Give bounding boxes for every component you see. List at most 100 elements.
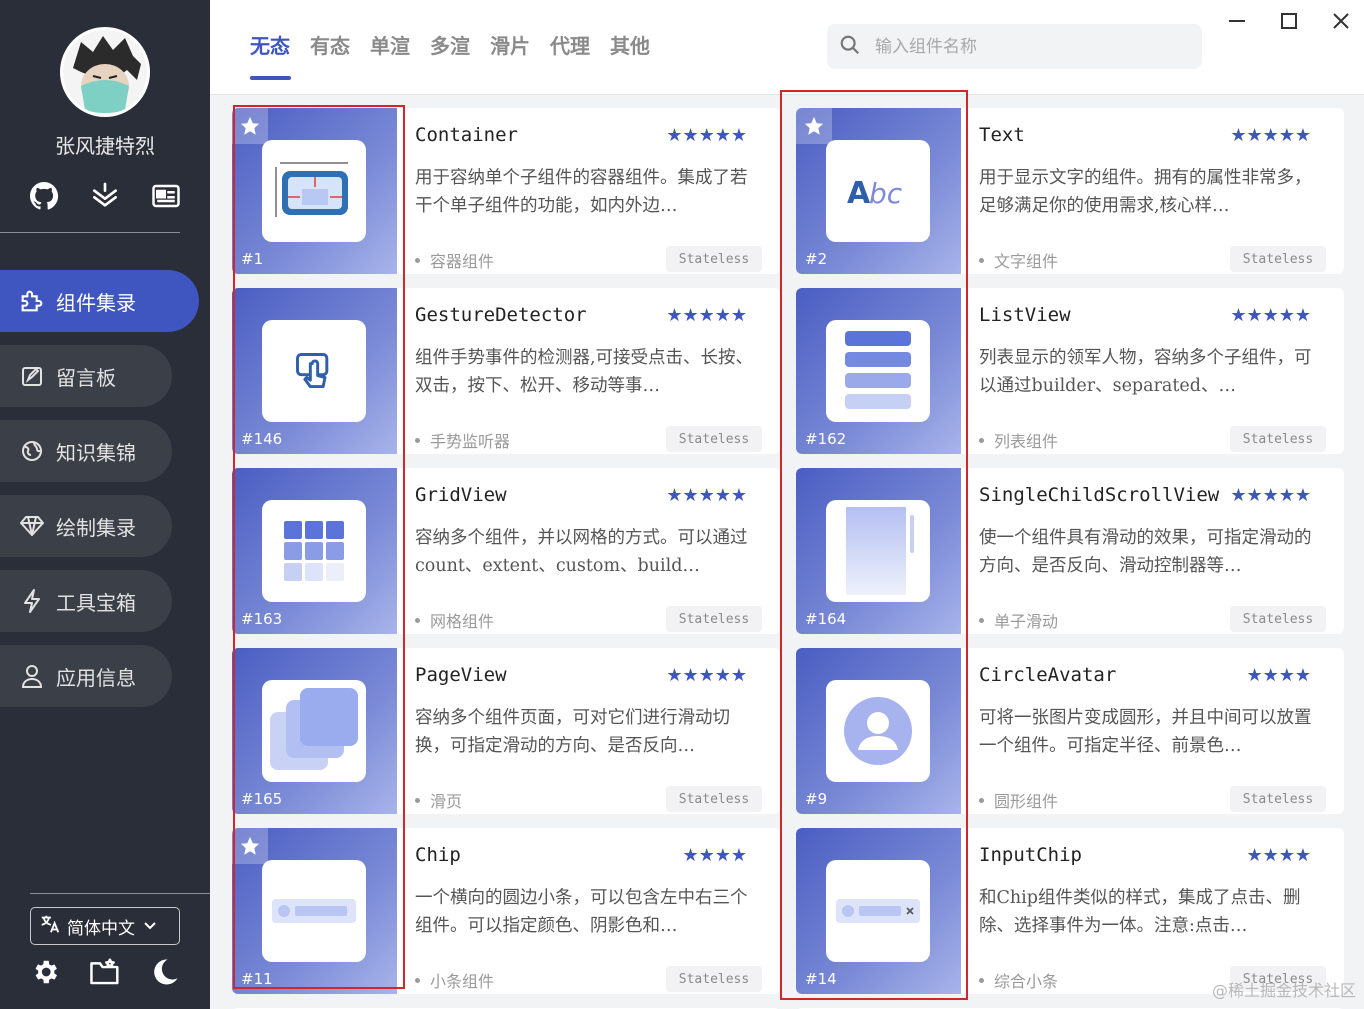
svg-text:bc: bc [869,177,903,210]
card-tag-label: 单子滑动 [994,612,1059,631]
card-description: 容纳多个组件，并以网格的方式。可以通过count、extent、custom、b… [415,528,748,576]
component-card[interactable]: #165 PageView ★★★★★ 容纳多个组件页面，可对它们进行滑动切换，… [232,648,780,814]
sidebar-item-drawing[interactable]: 绘制集录 [0,495,172,557]
card-tag: 小条组件 [415,968,494,992]
chevron-down-icon [143,916,157,936]
card-tag-label: 容器组件 [430,252,495,271]
tab-proxy[interactable]: 代理 [550,30,590,78]
card-id: #1 [241,250,264,268]
card-type-badge: Stateless [666,426,762,452]
list-icon [826,320,930,422]
grid-icon [262,500,366,602]
component-card[interactable]: #9 CircleAvatar ★★★★ 可将一张图片变成圆形，并且中间可以放置… [796,648,1344,814]
card-description: 一个横向的圆边小条，可以包含左中右三个组件。可以指定颜色、阴影色和… [415,888,748,936]
card-thumbnail: #1 [232,108,397,274]
card-tag-label: 滑页 [430,792,463,811]
card-description: 可将一张图片变成圆形，并且中间可以放置一个组件。可指定半径、前景色… [979,708,1312,756]
user-name: 张风捷特烈 [55,134,155,158]
card-title: GridView [415,484,507,506]
sidebar-item-label: 工具宝箱 [56,590,136,615]
bullet-icon [979,257,984,263]
sidebar-item-components[interactable]: 组件集录 [0,270,199,332]
component-card[interactable]: #146 GestureDetector ★★★★★ 组件手势事件的检测器,可接… [232,288,780,454]
maximize-icon[interactable] [1274,8,1304,34]
container-icon [262,140,366,242]
card-tag-label: 手势监听器 [430,432,511,451]
bullet-icon [979,977,984,983]
rating-stars: ★★★★★ [666,485,747,506]
card-description: 和Chip组件类似的样式，集成了点击、删除、选择事件为一体。注意:点击… [979,888,1301,936]
tab-multi-render[interactable]: 多渲 [430,30,470,78]
component-card[interactable]: #14 InputChip ★★★★ 和Chip组件类似的样式，集成了点击、删除… [796,828,1344,994]
card-type-badge: Stateless [666,246,762,272]
sidebar-divider [0,232,180,233]
card-tag: 滑页 [415,788,462,812]
card-title: GestureDetector [415,304,587,326]
bullet-icon [979,797,984,803]
sidebar-item-toolbox[interactable]: 工具宝箱 [0,570,172,632]
folder-star-icon[interactable] [88,955,122,989]
card-id: #14 [805,970,837,988]
puzzle-icon [18,287,46,315]
card-title: ListView [979,304,1071,326]
moon-icon[interactable] [148,955,182,989]
gear-icon[interactable] [28,955,62,989]
person-icon [18,662,46,690]
lightning-icon [18,587,46,615]
component-card[interactable]: #1 Container ★★★★★ 用于容纳单个子组件的容器组件。集成了若干个… [232,108,780,274]
news-card-icon[interactable] [148,178,184,214]
component-card[interactable]: #163 GridView ★★★★★ 容纳多个组件，并以网格的方式。可以通过c… [232,468,780,634]
minimize-icon[interactable] [1222,8,1252,34]
card-tag: 手势监听器 [415,428,510,452]
card-title: Text [979,124,1025,146]
search-input[interactable] [875,36,1175,57]
rating-stars: ★★★★★ [666,305,747,326]
star-icon[interactable] [232,828,268,864]
tab-sliver[interactable]: 滑片 [490,30,530,78]
language-select[interactable]: 简体中文 [30,907,180,945]
card-id: #9 [805,790,828,808]
search-box[interactable] [827,24,1202,69]
card-type-badge: Stateless [1230,246,1326,272]
card-tag-label: 圆形组件 [994,792,1059,811]
card-type-badge: Stateless [1230,786,1326,812]
card-type-badge: Stateless [1230,426,1326,452]
category-tabs: 无态 有态 单渲 多渲 滑片 代理 其他 [250,30,670,80]
bullet-icon [979,617,984,623]
gesture-icon [262,320,366,422]
card-tag: 容器组件 [415,248,494,272]
component-card[interactable]: #164 SingleChildScrollView ★★★★★ 使一个组件具有… [796,468,1344,634]
card-thumbnail: #162 [796,288,961,454]
card-thumbnail: #164 [796,468,961,634]
close-icon[interactable] [1326,8,1356,34]
sidebar-bottom-icons [28,955,182,989]
tab-stateful[interactable]: 有态 [310,30,350,78]
tab-stateless[interactable]: 无态 [250,30,291,80]
card-tag: 文字组件 [979,248,1058,272]
component-card[interactable]: #162 ListView ★★★★★ 列表显示的领军人物，容纳多个子组件，可以… [796,288,1344,454]
language-label: 简体中文 [67,918,135,939]
card-id: #162 [805,430,847,448]
card-thumbnail: Abc #2 [796,108,961,274]
chip-icon [262,860,366,962]
component-card[interactable]: Abc #2 Text ★★★★★ 用于显示文字的组件。拥有的属性非常多，足够满… [796,108,1344,274]
sidebar-item-app-info[interactable]: 应用信息 [0,645,172,707]
layers-icon[interactable] [87,178,123,214]
card-thumbnail: #14 [796,828,961,994]
rating-stars: ★★★★★ [666,125,747,146]
card-title: Chip [415,844,461,866]
tab-single-render[interactable]: 单渲 [370,30,410,78]
component-card[interactable]: #11 Chip ★★★★ 一个横向的圆边小条，可以包含左中右三个组件。可以指定… [232,828,780,994]
sidebar-item-message-board[interactable]: 留言板 [0,345,172,407]
tab-other[interactable]: 其他 [610,30,650,78]
star-icon[interactable] [232,108,268,144]
watermark: @稀土掘金技术社区 [1211,981,1356,1000]
svg-text:A: A [847,176,871,211]
github-icon[interactable] [26,178,62,214]
card-description: 使一个组件具有滑动的效果，可指定滑动的方向、是否反向、滑动控制器等… [979,528,1312,576]
sidebar-item-label: 组件集录 [56,290,136,315]
avatar[interactable] [60,27,150,117]
sidebar-item-knowledge[interactable]: 知识集锦 [0,420,172,482]
rating-stars: ★★★★ [1246,845,1311,866]
star-icon[interactable] [796,108,832,144]
